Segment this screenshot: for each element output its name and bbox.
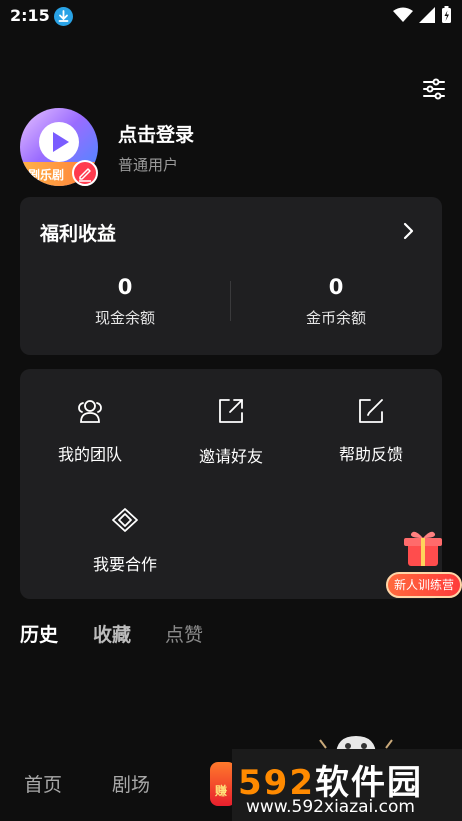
user-type-label: 普通用户 [118, 156, 179, 174]
share-icon [215, 395, 247, 427]
status-icons [393, 6, 452, 28]
sliders-icon[interactable] [420, 76, 448, 102]
menu-item-cooperate[interactable]: 我要合作 [55, 505, 195, 575]
gift-box-icon [404, 531, 442, 566]
coin-balance[interactable]: 0 金币余额 [231, 275, 441, 328]
team-icon [74, 395, 106, 427]
wifi-icon [393, 7, 413, 27]
status-bar: 2:15 [0, 0, 462, 32]
coin-balance-value: 0 [328, 275, 344, 299]
menu-label-invite: 邀请好友 [198, 447, 263, 466]
menu-label-feedback: 帮助反馈 [338, 445, 403, 464]
newbie-camp-label: 新人训练营 [386, 572, 462, 598]
watermark-url: www.592xiazai.com [246, 797, 415, 817]
pencil-icon[interactable] [72, 160, 98, 186]
watermark: 592软件园 www.592xiazai.com [232, 749, 462, 821]
tab-history[interactable]: 历史 [20, 620, 58, 647]
menu-card: 我的团队 邀请好友 帮助反馈 我要合作 [20, 369, 442, 599]
cash-balance[interactable]: 0 现金余额 [20, 275, 230, 328]
menu-item-invite[interactable]: 邀请好友 [161, 395, 301, 467]
nav-theater[interactable]: 剧场 [112, 770, 150, 797]
cash-balance-label: 现金余额 [94, 309, 155, 327]
menu-item-team[interactable]: 我的团队 [20, 395, 160, 465]
download-icon [54, 7, 73, 26]
handshake-icon [109, 505, 141, 537]
login-prompt[interactable]: 点击登录 [118, 120, 194, 147]
nav-home[interactable]: 首页 [24, 770, 62, 797]
cash-balance-value: 0 [117, 275, 133, 299]
battery-charging-icon [441, 6, 452, 28]
profile-header[interactable]: 剧乐剧 点击登录 普通用户 [20, 108, 440, 188]
earn-label: 赚 [215, 784, 228, 798]
welfare-title: 福利收益 [40, 223, 117, 245]
tab-favorites[interactable]: 收藏 [93, 620, 131, 647]
menu-item-feedback[interactable]: 帮助反馈 [301, 395, 441, 465]
signal-icon [419, 7, 435, 27]
status-time: 2:15 [10, 6, 50, 25]
welfare-card[interactable]: 福利收益 0 现金余额 0 金币余额 [20, 197, 442, 355]
coin-balance-label: 金币余额 [305, 309, 366, 327]
menu-label-cooperate: 我要合作 [92, 555, 157, 574]
avatar-brand-text: 剧乐剧 [28, 168, 65, 182]
newbie-camp-float[interactable]: 新人训练营 [384, 526, 462, 600]
edit-icon [355, 395, 387, 427]
chevron-right-icon[interactable] [400, 221, 416, 241]
tab-likes[interactable]: 点赞 [165, 620, 203, 647]
menu-label-team: 我的团队 [57, 445, 122, 464]
